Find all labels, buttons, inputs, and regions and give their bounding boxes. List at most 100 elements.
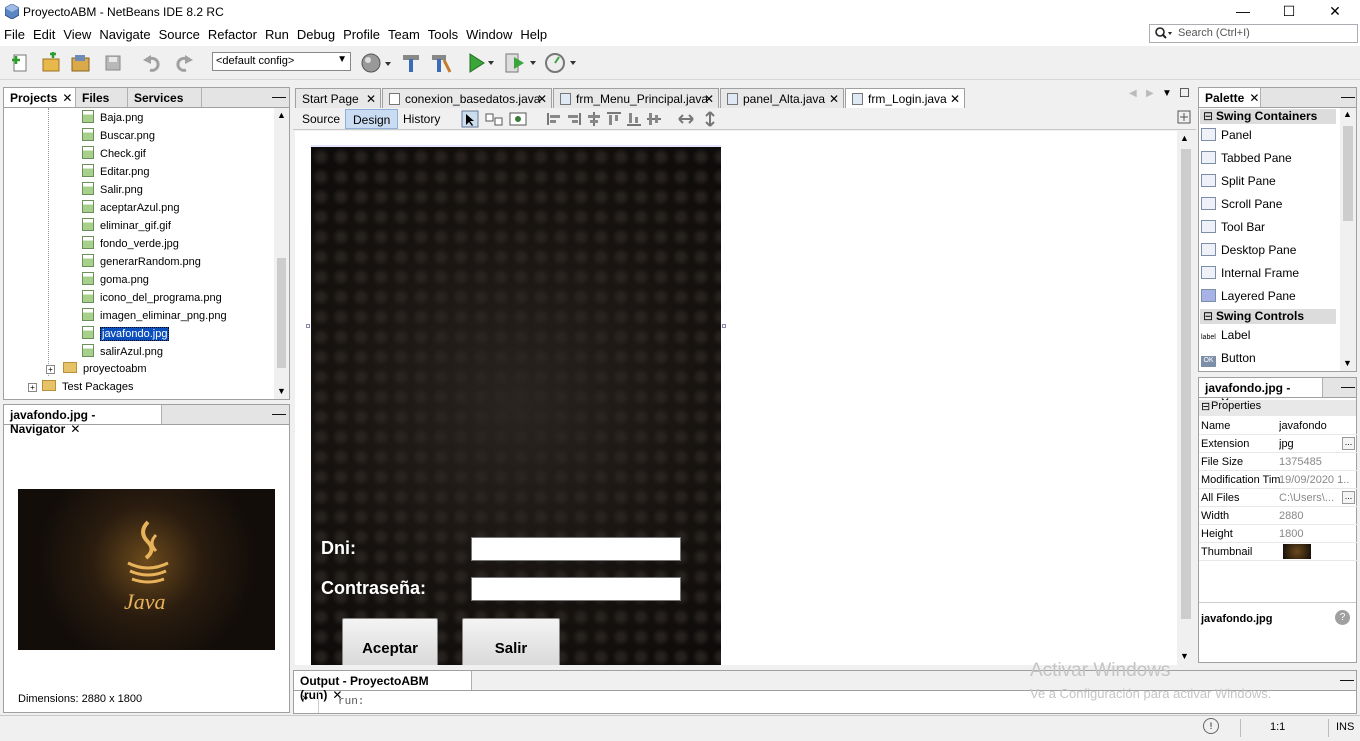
palette-item-button[interactable]: OK Button bbox=[1201, 351, 1256, 371]
config-select[interactable]: <default config> ▼ bbox=[212, 52, 351, 71]
center-horizontal-icon[interactable] bbox=[585, 110, 603, 131]
scroll-up-icon[interactable]: ▲ bbox=[1180, 133, 1189, 143]
tree-file-item[interactable]: generarRandom.png bbox=[82, 254, 201, 272]
tree-file-item[interactable]: fondo_verde.jpg bbox=[82, 236, 179, 254]
resize-handle[interactable] bbox=[722, 324, 726, 328]
menu-source[interactable]: Source bbox=[155, 24, 204, 42]
expand-icon[interactable]: + bbox=[46, 365, 55, 374]
tab-list-icon[interactable]: ▼ bbox=[1162, 88, 1172, 99]
menu-help[interactable]: Help bbox=[516, 24, 551, 42]
horizontal-resize-icon[interactable] bbox=[677, 110, 695, 131]
property-row-name[interactable]: Name javafondo bbox=[1199, 417, 1357, 435]
palette-item-layered-pane[interactable]: Layered Pane bbox=[1201, 289, 1296, 309]
close-icon[interactable]: ✕ bbox=[70, 422, 80, 436]
menu-team[interactable]: Team bbox=[384, 24, 424, 42]
palette-item-tool-bar[interactable]: Tool Bar bbox=[1201, 220, 1265, 240]
selection-mode-icon[interactable] bbox=[461, 110, 479, 131]
menu-profile[interactable]: Profile bbox=[339, 24, 384, 42]
palette-item-tabbed-pane[interactable]: Tabbed Pane bbox=[1201, 151, 1292, 171]
swing-controls-section[interactable]: ⊟ Swing Controls bbox=[1200, 309, 1336, 324]
undo-icon[interactable] bbox=[142, 52, 164, 74]
redo-icon[interactable] bbox=[172, 52, 194, 74]
minimize-panel-icon[interactable]: — bbox=[1341, 88, 1355, 104]
scroll-down-icon[interactable]: ▼ bbox=[1343, 358, 1352, 368]
help-icon[interactable]: ? bbox=[1335, 610, 1350, 625]
menu-tools[interactable]: Tools bbox=[424, 24, 462, 42]
tree-file-item[interactable]: Check.gif bbox=[82, 146, 146, 164]
scroll-up-icon[interactable]: ▲ bbox=[1343, 109, 1352, 119]
property-row-file-size[interactable]: File Size 1375485 bbox=[1199, 453, 1357, 471]
tree-file-item[interactable]: icono_del_programa.png bbox=[82, 290, 222, 308]
edit-ellipsis-button[interactable]: ... bbox=[1342, 437, 1355, 450]
preview-design-icon[interactable] bbox=[509, 110, 527, 131]
tree-file-item[interactable]: Editar.png bbox=[82, 164, 150, 182]
tab-files[interactable]: Files bbox=[76, 88, 128, 107]
close-icon[interactable]: ✕ bbox=[1249, 91, 1259, 105]
palette-item-desktop-pane[interactable]: Desktop Pane bbox=[1201, 243, 1296, 263]
build-hammer-icon[interactable] bbox=[400, 52, 422, 74]
tree-test-packages[interactable]: + Test Packages bbox=[28, 380, 134, 398]
accept-button[interactable]: Aceptar bbox=[342, 618, 438, 665]
clean-build-globe-icon[interactable] bbox=[360, 52, 391, 74]
vertical-resize-icon[interactable] bbox=[701, 110, 719, 131]
scroll-down-icon[interactable]: ▼ bbox=[1180, 651, 1189, 661]
close-icon[interactable]: ✕ bbox=[62, 91, 72, 105]
menu-view[interactable]: View bbox=[59, 24, 95, 42]
property-row-extension[interactable]: Extension jpg... bbox=[1199, 435, 1357, 453]
expand-editor-icon[interactable] bbox=[1177, 110, 1191, 127]
property-row-height[interactable]: Height 1800 bbox=[1199, 525, 1357, 543]
close-icon[interactable]: ✕ bbox=[537, 92, 547, 106]
collapse-icon[interactable]: ⊟ bbox=[1203, 109, 1213, 123]
tab-frm-login[interactable]: frm_Login.java ✕ bbox=[845, 88, 965, 108]
tab-scroll-right-icon[interactable]: ▶ bbox=[1146, 88, 1154, 99]
menu-file[interactable]: File bbox=[0, 24, 29, 42]
tab-properties[interactable]: javafondo.jpg - ...✕ bbox=[1199, 378, 1323, 409]
login-form-preview[interactable]: Dni: Contraseña: Aceptar Salir bbox=[311, 147, 721, 665]
tree-file-item[interactable]: imagen_eliminar_png.png bbox=[82, 308, 227, 326]
tab-services[interactable]: Services bbox=[128, 88, 202, 107]
maximize-button[interactable]: ☐ bbox=[1266, 0, 1312, 24]
history-button[interactable]: History bbox=[396, 109, 447, 129]
notifications-icon[interactable]: ! bbox=[1203, 718, 1219, 734]
expand-icon[interactable]: + bbox=[28, 383, 37, 392]
new-project-icon[interactable] bbox=[40, 52, 62, 74]
tab-navigator[interactable]: javafondo.jpg - Navigator ✕ bbox=[4, 405, 162, 436]
search-input[interactable]: Search (Ctrl+I) bbox=[1149, 24, 1358, 43]
resize-handle[interactable] bbox=[306, 324, 310, 328]
close-window-button[interactable]: ✕ bbox=[1312, 0, 1358, 24]
scroll-up-icon[interactable]: ▲ bbox=[277, 110, 286, 120]
exit-button[interactable]: Salir bbox=[462, 618, 560, 665]
minimize-panel-icon[interactable]: — bbox=[1341, 378, 1355, 394]
palette-item-split-pane[interactable]: Split Pane bbox=[1201, 174, 1276, 194]
dni-input[interactable] bbox=[471, 537, 681, 561]
tree-file-item[interactable]: Baja.png bbox=[82, 110, 143, 128]
tree-scrollbar[interactable]: ▲ ▼ bbox=[274, 108, 289, 399]
menu-debug[interactable]: Debug bbox=[293, 24, 339, 42]
clean-build-icon[interactable] bbox=[430, 52, 452, 74]
tab-output[interactable]: Output - ProyectoABM (run) ✕ bbox=[294, 671, 472, 702]
design-button[interactable]: Design bbox=[345, 109, 399, 129]
minimize-button[interactable]: — bbox=[1220, 0, 1266, 24]
palette-item-scroll-pane[interactable]: Scroll Pane bbox=[1201, 197, 1282, 217]
menu-navigate[interactable]: Navigate bbox=[95, 24, 154, 42]
align-bottom-icon[interactable] bbox=[625, 110, 643, 131]
tab-conexion-basedatos[interactable]: conexion_basedatos.java ✕ bbox=[382, 88, 552, 108]
palette-scrollbar[interactable]: ▲ ▼ bbox=[1340, 108, 1356, 371]
new-file-icon[interactable] bbox=[10, 52, 32, 74]
minimize-panel-icon[interactable]: — bbox=[272, 88, 286, 104]
run-project-icon[interactable] bbox=[466, 52, 494, 74]
align-left-icon[interactable] bbox=[545, 110, 563, 131]
tree-file-item[interactable]: eliminar_gif.gif bbox=[82, 218, 171, 236]
close-icon[interactable]: ✕ bbox=[704, 92, 714, 106]
open-project-icon[interactable] bbox=[70, 52, 92, 74]
palette-item-internal-frame[interactable]: Internal Frame bbox=[1201, 266, 1299, 286]
debug-project-icon[interactable] bbox=[504, 52, 536, 74]
property-row-thumbnail[interactable]: Thumbnail bbox=[1199, 543, 1357, 561]
tab-frm-menu-principal[interactable]: frm_Menu_Principal.java ✕ bbox=[553, 88, 719, 108]
scrollbar-thumb[interactable] bbox=[1181, 149, 1191, 619]
tab-projects[interactable]: Projects ✕ bbox=[4, 88, 76, 107]
tab-start-page[interactable]: Start Page ✕ bbox=[295, 88, 381, 108]
menu-run[interactable]: Run bbox=[261, 24, 293, 42]
center-vertical-icon[interactable] bbox=[645, 110, 663, 131]
tab-palette[interactable]: Palette ✕ bbox=[1199, 88, 1261, 107]
